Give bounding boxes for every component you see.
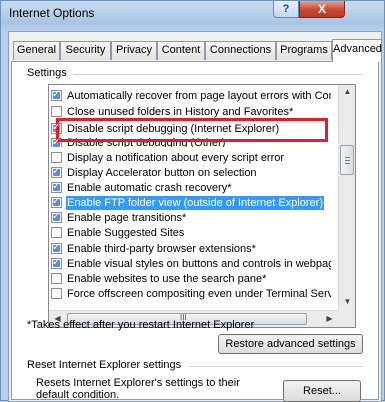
grip-line [345, 163, 350, 164]
settings-group-label: Settings [25, 67, 69, 79]
help-button[interactable]: ? [273, 1, 299, 18]
reset-group-line [189, 366, 363, 367]
list-item-label: Display a notification about every scrip… [67, 152, 285, 164]
scroll-down-arrow-icon[interactable]: ▼ [339, 297, 355, 306]
list-item-label: Enable FTP folder view (outside of Inter… [65, 196, 325, 210]
close-button[interactable]: X [299, 1, 345, 18]
grip-line [345, 157, 350, 158]
list-item[interactable]: Display a notification about every scrip… [49, 151, 331, 165]
list-item-label: Enable automatic crash recovery* [67, 182, 232, 194]
title-bar[interactable]: Internet Options ? X [1, 1, 384, 25]
list-item-label: Enable Suggested Sites [67, 227, 185, 239]
scroll-right-arrow-icon[interactable]: ▶ [321, 314, 338, 323]
list-item-label: Enable page transitions* [67, 212, 187, 224]
list-item[interactable]: Close unused folders in History and Favo… [49, 105, 331, 119]
restart-footnote: *Takes effect after you restart Internet… [27, 319, 255, 331]
list-item[interactable]: Enable third-party browser extensions* [49, 242, 331, 256]
window-title: Internet Options [9, 6, 95, 20]
checkbox[interactable] [51, 242, 62, 255]
list-item[interactable]: Enable Suggested Sites [49, 226, 331, 240]
list-item-label: Automatically recover from page layout e… [67, 90, 331, 102]
list-item[interactable]: Enable visual styles on buttons and cont… [49, 257, 331, 271]
reset-group-label: Reset Internet Explorer settings [27, 359, 182, 371]
vertical-scroll-thumb[interactable] [340, 145, 354, 175]
vertical-scrollbar[interactable]: ▲ ▼ [338, 85, 355, 311]
list-item-label: Force offscreen compositing even under T… [67, 288, 331, 300]
checkbox[interactable] [51, 273, 62, 284]
tab-connections[interactable]: Connections [205, 41, 276, 60]
checkbox[interactable] [51, 181, 62, 194]
list-item[interactable]: Force offscreen compositing even under T… [49, 287, 331, 301]
checkbox[interactable] [51, 122, 62, 135]
checkbox[interactable] [51, 211, 62, 224]
list-item[interactable]: Enable page transitions* [49, 211, 331, 225]
scroll-up-arrow-icon[interactable]: ▲ [339, 87, 355, 96]
tab-content[interactable]: Content [157, 41, 205, 60]
checkbox[interactable] [51, 227, 62, 238]
list-item-label: Close unused folders in History and Favo… [67, 106, 294, 118]
tab-general[interactable]: General [13, 41, 60, 60]
checkbox[interactable] [51, 106, 62, 117]
list-item-label: Enable visual styles on buttons and cont… [67, 258, 331, 270]
tab-security[interactable]: Security [60, 41, 111, 60]
list-item-selected[interactable]: Enable FTP folder view (outside of Inter… [49, 196, 331, 210]
checkbox[interactable] [51, 257, 62, 270]
reset-button[interactable]: Reset... [283, 380, 361, 402]
list-item[interactable]: Automatically recover from page layout e… [49, 89, 331, 103]
grip-line [345, 160, 350, 161]
settings-group-line [73, 74, 363, 75]
checkbox[interactable] [51, 152, 62, 163]
checkbox[interactable] [51, 89, 62, 102]
tab-privacy[interactable]: Privacy [111, 41, 157, 60]
checkbox[interactable] [51, 288, 62, 299]
tab-advanced[interactable]: Advanced [332, 39, 382, 62]
scrollbar-corner [338, 310, 355, 327]
tab-programs[interactable]: Programs [276, 41, 332, 60]
list-item-label: Enable websites to use the search pane* [67, 273, 267, 285]
list-item-label: Display Accelerator button on selection [67, 167, 257, 179]
list-item[interactable]: Display Accelerator button on selection [49, 166, 331, 180]
internet-options-window: Internet Options ? X General Security Pr… [0, 0, 385, 402]
restore-advanced-settings-button[interactable]: Restore advanced settings [218, 334, 363, 354]
checkbox[interactable] [51, 196, 62, 209]
checkbox[interactable] [51, 166, 62, 179]
checkbox[interactable] [51, 137, 62, 147]
list-item[interactable]: Enable websites to use the search pane* [49, 272, 331, 286]
reset-description: Resets Internet Explorer's settings to t… [36, 377, 240, 401]
list-item[interactable]: Enable automatic crash recovery* [49, 181, 331, 195]
annotation-highlight-box [56, 118, 328, 142]
list-item-label: Enable third-party browser extensions* [67, 243, 256, 255]
